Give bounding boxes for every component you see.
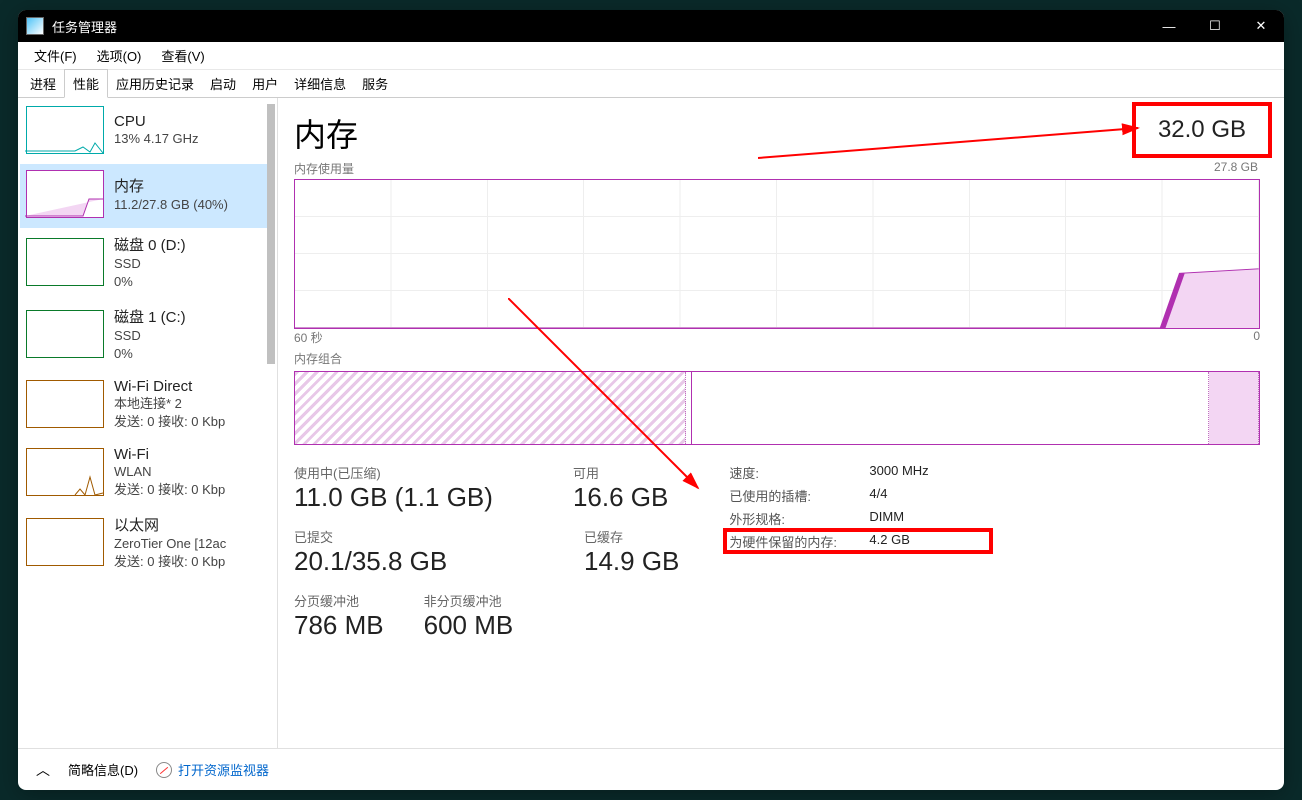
menubar: 文件(F) 选项(O) 查看(V) — [18, 42, 1284, 70]
tab-services[interactable]: 服务 — [354, 70, 396, 97]
chevron-up-icon[interactable]: ︿ — [36, 760, 50, 780]
less-details-button[interactable]: 简略信息(D) — [68, 760, 138, 779]
stat-nonpaged-value: 600 MB — [424, 610, 514, 641]
axis-left: 60 秒 — [294, 329, 323, 346]
stat-nonpaged-label: 非分页缓冲池 — [424, 591, 514, 610]
memory-composition-graph[interactable] — [294, 371, 1260, 445]
page-title: 内存 — [294, 110, 358, 156]
maximize-button[interactable]: ☐ — [1192, 10, 1238, 42]
cpu-minigraph — [26, 106, 104, 154]
close-button[interactable]: ✕ — [1238, 10, 1284, 42]
annotation-box-total — [1132, 102, 1272, 158]
sidebar-item-disk1[interactable]: 磁盘 1 (C:)SSD 0% — [20, 300, 275, 372]
disk1-minigraph — [26, 310, 104, 358]
usage-graph-max: 27.8 GB — [1214, 160, 1258, 174]
main-panel: 内存 32.0 GB 内存使用量 27.8 GB 60 秒0 内存组合 — [278, 98, 1284, 748]
stat-commit-label: 已提交 — [294, 527, 504, 546]
eth-minigraph — [26, 518, 104, 566]
app-icon — [26, 17, 44, 35]
window-title: 任务管理器 — [52, 17, 1146, 36]
menu-view[interactable]: 查看(V) — [151, 43, 214, 68]
stat-cache-label: 已缓存 — [584, 527, 679, 546]
stat-commit-value: 20.1/35.8 GB — [294, 546, 504, 577]
wifidirect-minigraph — [26, 380, 104, 428]
sidebar-item-disk0[interactable]: 磁盘 0 (D:)SSD 0% — [20, 228, 275, 300]
sidebar-item-ethernet[interactable]: 以太网ZeroTier One [12ac 发送: 0 接收: 0 Kbp — [20, 508, 275, 580]
resmon-icon — [156, 762, 172, 778]
disk0-minigraph — [26, 238, 104, 286]
sidebar-item-cpu[interactable]: CPU13% 4.17 GHz — [20, 100, 275, 164]
memory-usage-graph[interactable] — [294, 179, 1260, 329]
info-form: DIMM — [869, 509, 904, 528]
task-manager-window: 任务管理器 — ☐ ✕ 文件(F) 选项(O) 查看(V) 进程 性能 应用历史… — [18, 10, 1284, 790]
stat-inuse-value: 11.0 GB (1.1 GB) — [294, 482, 493, 513]
stat-paged-value: 786 MB — [294, 610, 384, 641]
tab-processes[interactable]: 进程 — [22, 70, 64, 97]
menu-options[interactable]: 选项(O) — [87, 43, 152, 68]
menu-file[interactable]: 文件(F) — [24, 43, 87, 68]
tab-users[interactable]: 用户 — [244, 70, 286, 97]
axis-right: 0 — [1253, 329, 1260, 346]
usage-graph-label: 内存使用量 — [294, 160, 1260, 177]
footer: ︿ 简略信息(D) 打开资源监视器 — [18, 748, 1284, 790]
stat-paged-label: 分页缓冲池 — [294, 591, 384, 610]
info-slots: 4/4 — [869, 486, 887, 505]
sidebar-item-memory[interactable]: 内存11.2/27.8 GB (40%) — [20, 164, 275, 228]
sidebar[interactable]: CPU13% 4.17 GHz 内存11.2/27.8 GB (40%) 磁盘 … — [18, 98, 278, 748]
info-speed: 3000 MHz — [869, 463, 928, 482]
annotation-box-reserved — [723, 528, 993, 554]
stat-avail-value: 16.6 GB — [573, 482, 668, 513]
wifi-minigraph — [26, 448, 104, 496]
tab-history[interactable]: 应用历史记录 — [108, 70, 202, 97]
sidebar-item-wifidirect[interactable]: Wi-Fi Direct本地连接* 2 发送: 0 接收: 0 Kbp — [20, 372, 275, 440]
tabbar: 进程 性能 应用历史记录 启动 用户 详细信息 服务 — [18, 70, 1284, 98]
stat-avail-label: 可用 — [573, 463, 668, 482]
minimize-button[interactable]: — — [1146, 10, 1192, 42]
stat-cache-value: 14.9 GB — [584, 546, 679, 577]
stat-inuse-label: 使用中(已压缩) — [294, 463, 493, 482]
memory-minigraph — [26, 170, 104, 218]
tab-performance[interactable]: 性能 — [64, 69, 108, 98]
composition-label: 内存组合 — [294, 350, 1260, 367]
scrollbar[interactable] — [267, 104, 277, 204]
tab-details[interactable]: 详细信息 — [286, 70, 354, 97]
sidebar-item-wifi[interactable]: Wi-FiWLAN 发送: 0 接收: 0 Kbp — [20, 440, 275, 508]
tab-startup[interactable]: 启动 — [202, 70, 244, 97]
memory-info: 速度:3000 MHz 已使用的插槽:4/4 外形规格:DIMM 为硬件保留的内… — [729, 463, 928, 555]
titlebar[interactable]: 任务管理器 — ☐ ✕ — [18, 10, 1284, 42]
open-resmon-link[interactable]: 打开资源监视器 — [156, 760, 269, 779]
